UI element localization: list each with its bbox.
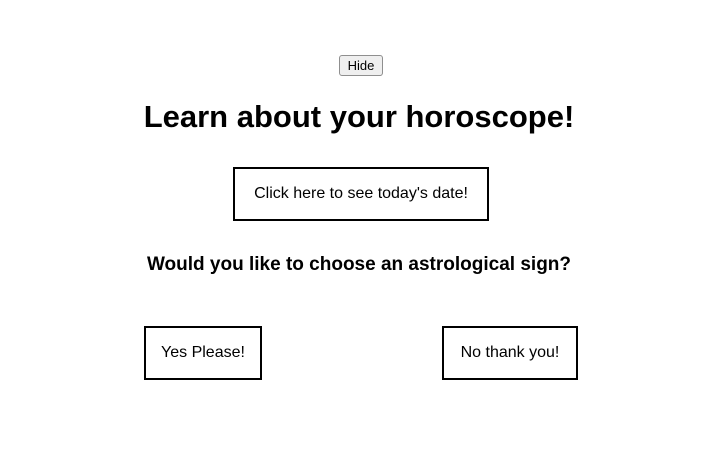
show-date-button[interactable]: Click here to see today's date! [233,167,489,221]
hide-button[interactable]: Hide [339,55,383,76]
sign-question: Would you like to choose an astrological… [146,254,572,275]
no-thank-you-button[interactable]: No thank you! [442,326,578,380]
yes-please-button[interactable]: Yes Please! [144,326,262,380]
page-title: Learn about your horoscope! [143,99,575,134]
